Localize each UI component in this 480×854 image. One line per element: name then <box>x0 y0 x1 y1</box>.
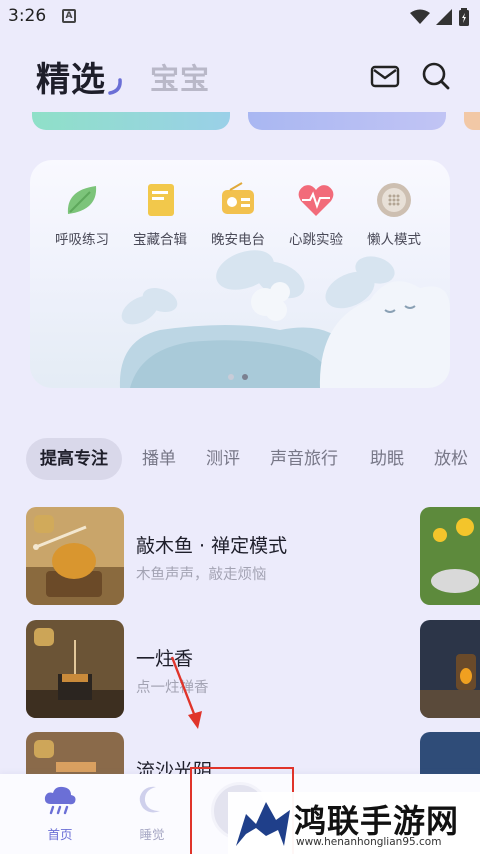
tab-sleep-aid[interactable]: 助眠 <box>370 438 404 480</box>
nav-sleep[interactable]: 睡觉 <box>122 784 182 843</box>
banner-card-3[interactable] <box>464 112 480 130</box>
feature-breathing[interactable]: 呼吸练习 <box>42 180 122 248</box>
lock-icon <box>34 628 54 646</box>
feature-collection[interactable]: 宝藏合辑 <box>120 180 200 248</box>
feature-night-radio[interactable]: 晚安电台 <box>198 180 278 248</box>
speaker-icon <box>374 180 414 220</box>
tab-sound-journey[interactable]: 声音旅行 <box>270 438 338 480</box>
nav-label: 睡觉 <box>139 827 165 842</box>
lock-icon <box>34 740 54 758</box>
tab-relax[interactable]: 放松 <box>434 438 468 480</box>
wooden-fish-thumbnail <box>26 507 124 605</box>
top-header: 精选 宝宝 <box>0 50 480 100</box>
item-title: 敲木鱼 · 禅定模式 <box>136 535 288 557</box>
search-icon[interactable] <box>420 60 452 92</box>
feature-label: 呼吸练习 <box>55 232 109 248</box>
feature-label: 宝藏合辑 <box>133 232 187 248</box>
feature-card: 呼吸练习 宝藏合辑 晚安电台 心跳实验 懒人模式 <box>30 160 450 388</box>
carousel-dot <box>228 374 234 380</box>
banner-card-2[interactable] <box>248 112 446 130</box>
mail-icon[interactable] <box>369 60 401 92</box>
carousel-dot-active <box>242 374 248 380</box>
tab-indicator-swoosh <box>108 78 122 95</box>
side-thumbnail-flowers[interactable] <box>420 507 480 605</box>
status-bar: 3:26 A <box>0 0 480 34</box>
side-thumbnail-lantern[interactable] <box>420 620 480 718</box>
moon-icon <box>139 786 160 813</box>
annotation-arrow <box>170 656 202 729</box>
system-icons <box>410 8 470 26</box>
feature-label: 晚安电台 <box>211 232 265 248</box>
banner-card-1[interactable] <box>32 112 230 130</box>
category-tabs: 提高专注 播单 测评 声音旅行 助眠 放松 <box>0 438 480 482</box>
tab-featured[interactable]: 精选 <box>36 52 106 101</box>
tab-playlist[interactable]: 播单 <box>142 438 176 480</box>
signal-icon <box>436 9 452 25</box>
feature-lazy-mode[interactable]: 懒人模式 <box>354 180 434 248</box>
watermark-url: www.henanhonglian95.com <box>296 836 442 848</box>
tab-baby[interactable]: 宝宝 <box>150 56 210 98</box>
status-time: 3:26 <box>8 6 47 26</box>
feature-label: 心跳实验 <box>289 232 343 248</box>
carousel-indicator <box>228 374 248 380</box>
lock-icon <box>34 515 54 533</box>
wifi-icon <box>410 9 430 24</box>
cloud-rain-icon <box>44 786 76 815</box>
item-subtitle: 木鱼声声，敲走烦恼 <box>136 567 267 583</box>
leaf-icon <box>62 180 102 220</box>
list-item[interactable]: 一炷香 点一炷禅香 <box>26 620 406 718</box>
book-icon <box>140 180 180 220</box>
feature-heartbeat[interactable]: 心跳实验 <box>276 180 356 248</box>
nav-label: 首页 <box>47 827 73 842</box>
watermark: 鸿联手游网 www.henanhonglian95.com <box>228 792 480 854</box>
list-item[interactable]: 敲木鱼 · 禅定模式 木鱼声声，敲走烦恼 <box>26 507 406 605</box>
battery-icon <box>459 8 469 26</box>
radio-icon <box>218 180 258 220</box>
nav-home[interactable]: 首页 <box>30 784 90 843</box>
watermark-logo <box>236 802 290 846</box>
incense-thumbnail <box>26 620 124 718</box>
heart-icon <box>296 180 336 220</box>
tab-focus[interactable]: 提高专注 <box>26 438 122 480</box>
feature-label: 懒人模式 <box>367 232 421 248</box>
notification-badge-icon: A <box>62 9 76 23</box>
tab-assessment[interactable]: 测评 <box>206 438 240 480</box>
